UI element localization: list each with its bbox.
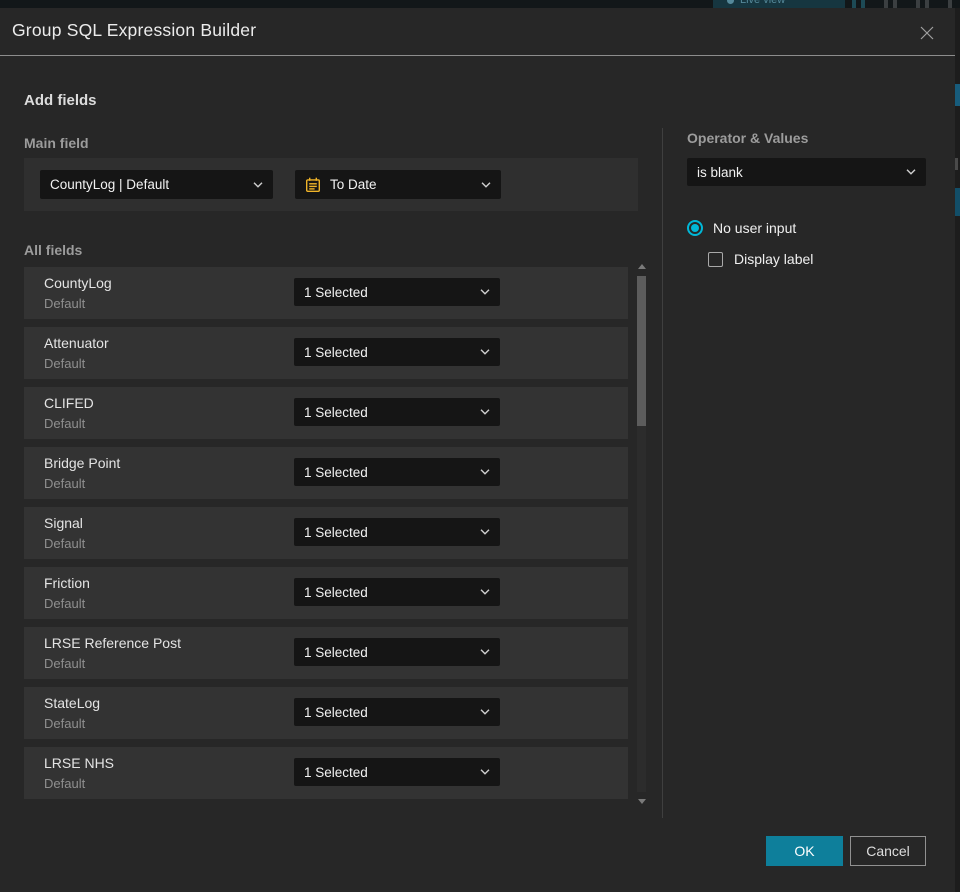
close-button[interactable] bbox=[915, 21, 939, 45]
checkbox-unchecked-icon bbox=[708, 251, 723, 267]
date-field-select[interactable]: To Date bbox=[295, 170, 501, 199]
group-sql-expression-builder-dialog: Group SQL Expression Builder Add fields … bbox=[0, 8, 955, 892]
main-field-container: CountyLog | Default To Date bbox=[24, 158, 638, 211]
selected-count-label: 1 Selected bbox=[304, 344, 368, 360]
field-selected-dropdown[interactable]: 1 Selected bbox=[294, 398, 500, 426]
field-selected-dropdown[interactable]: 1 Selected bbox=[294, 578, 500, 606]
background-app-topbar: Live view bbox=[0, 0, 960, 8]
no-user-input-label: No user input bbox=[713, 220, 797, 236]
dialog-title: Group SQL Expression Builder bbox=[12, 20, 257, 40]
selected-count-label: 1 Selected bbox=[304, 284, 368, 300]
field-row: CLIFED Default 1 Selected bbox=[24, 387, 628, 439]
chevron-down-icon bbox=[480, 709, 490, 715]
scroll-down-icon[interactable] bbox=[638, 799, 646, 804]
field-selected-dropdown[interactable]: 1 Selected bbox=[294, 278, 500, 306]
selected-count-label: 1 Selected bbox=[304, 404, 368, 420]
scroll-up-icon[interactable] bbox=[638, 264, 646, 269]
chevron-down-icon bbox=[480, 289, 490, 295]
selected-count-label: 1 Selected bbox=[304, 584, 368, 600]
background-blue-block bbox=[955, 188, 960, 216]
chevron-down-icon bbox=[481, 181, 491, 188]
operator-values-heading: Operator & Values bbox=[687, 130, 809, 146]
background-app-right-sliver bbox=[955, 8, 960, 892]
no-user-input-radio[interactable]: No user input bbox=[687, 220, 796, 236]
scrollbar-thumb[interactable] bbox=[637, 276, 646, 426]
chevron-down-icon bbox=[480, 409, 490, 415]
chevron-down-icon bbox=[480, 649, 490, 655]
main-field-label: Main field bbox=[24, 135, 89, 151]
ok-button[interactable]: OK bbox=[766, 836, 843, 866]
all-fields-label: All fields bbox=[24, 242, 83, 258]
display-label-label: Display label bbox=[734, 251, 814, 267]
close-icon bbox=[920, 26, 934, 40]
field-selected-dropdown[interactable]: 1 Selected bbox=[294, 458, 500, 486]
chevron-down-icon bbox=[480, 469, 490, 475]
field-row: StateLog Default 1 Selected bbox=[24, 687, 628, 739]
main-field-select[interactable]: CountyLog | Default bbox=[40, 170, 273, 199]
field-row: Bridge Point Default 1 Selected bbox=[24, 447, 628, 499]
field-selected-dropdown[interactable]: 1 Selected bbox=[294, 518, 500, 546]
selected-count-label: 1 Selected bbox=[304, 644, 368, 660]
field-row: CountyLog Default 1 Selected bbox=[24, 267, 628, 319]
add-fields-heading: Add fields bbox=[24, 92, 97, 109]
operator-select[interactable]: is blank bbox=[687, 158, 926, 186]
live-view-button[interactable]: Live view bbox=[713, 0, 845, 8]
toolbar-bar-icon bbox=[852, 0, 856, 8]
live-view-label: Live view bbox=[740, 0, 786, 6]
chevron-down-icon bbox=[480, 349, 490, 355]
calendar-icon bbox=[306, 177, 321, 192]
chevron-down-icon bbox=[906, 169, 916, 175]
toolbar-bar-icon bbox=[893, 0, 897, 8]
field-selected-dropdown[interactable]: 1 Selected bbox=[294, 698, 500, 726]
all-fields-list: CountyLog Default 1 Selected Attenuator … bbox=[24, 267, 628, 807]
background-gray-mark bbox=[955, 158, 958, 170]
toolbar-bar-icon bbox=[916, 0, 920, 8]
toolbar-bar-icon bbox=[861, 0, 865, 8]
chevron-down-icon bbox=[253, 181, 263, 188]
radio-selected-icon bbox=[687, 220, 703, 236]
panel-divider bbox=[662, 128, 663, 818]
chevron-down-icon bbox=[480, 769, 490, 775]
field-row: Signal Default 1 Selected bbox=[24, 507, 628, 559]
field-selected-dropdown[interactable]: 1 Selected bbox=[294, 758, 500, 786]
fields-scrollbar[interactable] bbox=[637, 264, 647, 804]
background-blue-block bbox=[955, 84, 960, 106]
display-label-checkbox[interactable]: Display label bbox=[708, 251, 813, 267]
toolbar-bar-icon bbox=[925, 0, 929, 8]
date-field-select-value: To Date bbox=[330, 177, 377, 192]
selected-count-label: 1 Selected bbox=[304, 464, 368, 480]
selected-count-label: 1 Selected bbox=[304, 524, 368, 540]
field-row: LRSE Reference Post Default 1 Selected bbox=[24, 627, 628, 679]
selected-count-label: 1 Selected bbox=[304, 704, 368, 720]
field-selected-dropdown[interactable]: 1 Selected bbox=[294, 638, 500, 666]
field-row: LRSE NHS Default 1 Selected bbox=[24, 747, 628, 799]
toolbar-bar-icon bbox=[884, 0, 888, 8]
dialog-titlebar: Group SQL Expression Builder bbox=[0, 8, 955, 56]
cancel-button[interactable]: Cancel bbox=[850, 836, 926, 866]
field-row: Attenuator Default 1 Selected bbox=[24, 327, 628, 379]
scrollbar-track[interactable] bbox=[637, 276, 646, 792]
field-selected-dropdown[interactable]: 1 Selected bbox=[294, 338, 500, 366]
operator-select-value: is blank bbox=[697, 164, 743, 180]
chevron-down-icon bbox=[480, 589, 490, 595]
live-view-dot-icon bbox=[727, 0, 734, 4]
field-row: Friction Default 1 Selected bbox=[24, 567, 628, 619]
chevron-down-icon bbox=[480, 529, 490, 535]
selected-count-label: 1 Selected bbox=[304, 764, 368, 780]
main-field-select-value: CountyLog | Default bbox=[50, 177, 170, 192]
toolbar-bar-icon bbox=[948, 0, 952, 8]
